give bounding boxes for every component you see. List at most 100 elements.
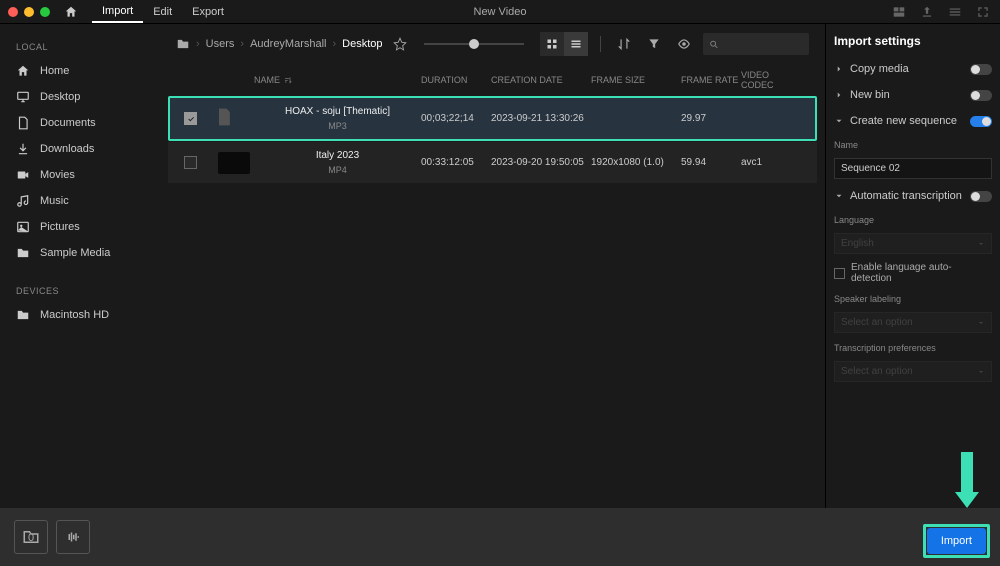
breadcrumb: › Users › AudreyMarshall › Desktop <box>176 37 408 51</box>
file-duration: 00:33:12:05 <box>421 157 491 168</box>
search-icon <box>709 39 719 50</box>
sidebar-item-sample-media[interactable]: Sample Media <box>0 240 160 266</box>
row-checkbox[interactable] <box>184 156 197 169</box>
home-icon[interactable] <box>64 5 78 19</box>
speaker-select[interactable]: Select an option <box>834 312 992 333</box>
language-select[interactable]: English <box>834 233 992 254</box>
list-icon[interactable] <box>948 5 962 19</box>
sidebar-item-home[interactable]: Home <box>0 58 160 84</box>
star-icon[interactable] <box>393 37 407 51</box>
grid-view-button[interactable] <box>540 32 564 56</box>
panel-title: Import settings <box>834 34 992 48</box>
search-input[interactable] <box>703 33 809 55</box>
import-highlight: Import <box>923 524 990 558</box>
tab-edit[interactable]: Edit <box>143 2 182 22</box>
file-size: 1920x1080 (1.0) <box>591 157 681 168</box>
sequence-name-input[interactable] <box>834 158 992 179</box>
file-duration: 00;03;22;14 <box>421 113 491 124</box>
breadcrumb-users[interactable]: Users <box>206 38 235 50</box>
close-window-button[interactable] <box>8 7 18 17</box>
sidebar-item-movies[interactable]: Movies <box>0 162 160 188</box>
file-date: 2023-09-20 19:50:05 <box>491 157 591 168</box>
file-ext: MP3 <box>328 121 347 131</box>
sort-icon[interactable] <box>617 37 631 51</box>
table-row[interactable]: Italy 2023 MP4 00:33:12:05 2023-09-20 19… <box>168 142 817 183</box>
check-icon <box>187 115 195 123</box>
toggle-copy-media[interactable] <box>970 64 992 75</box>
waveform-button[interactable] <box>56 520 90 554</box>
maximize-window-button[interactable] <box>40 7 50 17</box>
sidebar-item-label: Movies <box>40 169 75 181</box>
sidebar-item-label: Macintosh HD <box>40 309 109 321</box>
setting-copy-media[interactable]: Copy media <box>834 60 992 78</box>
download-icon <box>16 142 30 156</box>
file-icon <box>214 104 234 130</box>
sidebar-item-downloads[interactable]: Downloads <box>0 136 160 162</box>
import-settings-panel: Import settings Copy media New bin Creat… <box>825 24 1000 508</box>
image-icon <box>16 220 30 234</box>
table-row[interactable]: HOAX - soju [Thematic] MP3 00;03;22;14 2… <box>168 96 817 141</box>
setting-transcription[interactable]: Automatic transcription <box>834 187 992 205</box>
speaker-label: Speaker labeling <box>834 294 992 304</box>
sidebar-item-music[interactable]: Music <box>0 188 160 214</box>
view-toggle <box>540 32 588 56</box>
sort-asc-icon <box>284 76 292 84</box>
search-field[interactable] <box>723 38 803 50</box>
sidebar-item-desktop[interactable]: Desktop <box>0 84 160 110</box>
sidebar-item-label: Documents <box>40 117 96 129</box>
document-icon <box>16 116 30 130</box>
selection-count: 0 <box>28 532 34 544</box>
chevron-down-icon <box>834 191 844 201</box>
folder-icon <box>16 308 30 322</box>
column-duration[interactable]: DURATION <box>421 75 491 85</box>
sidebar-item-label: Sample Media <box>40 247 110 259</box>
menubar-right-icons <box>892 5 990 19</box>
menubar: Import Edit Export New Video <box>0 0 1000 24</box>
window-title: New Video <box>474 6 527 18</box>
new-bin-button[interactable]: 0 <box>14 520 48 554</box>
sidebar-item-documents[interactable]: Documents <box>0 110 160 136</box>
sidebar-item-pictures[interactable]: Pictures <box>0 214 160 240</box>
sidebar-item-label: Pictures <box>40 221 80 233</box>
column-date[interactable]: CREATION DATE <box>491 75 591 85</box>
monitor-icon <box>16 90 30 104</box>
breadcrumb-desktop[interactable]: Desktop <box>342 38 382 50</box>
tab-export[interactable]: Export <box>182 2 234 22</box>
eye-icon[interactable] <box>677 37 691 51</box>
file-name: HOAX - soju [Thematic] <box>285 106 390 117</box>
language-label: Language <box>834 215 992 225</box>
setting-label: Copy media <box>850 63 964 75</box>
fullscreen-icon[interactable] <box>976 5 990 19</box>
auto-detect-checkbox[interactable]: Enable language auto-detection <box>834 262 992 284</box>
toggle-new-bin[interactable] <box>970 90 992 101</box>
column-codec[interactable]: VIDEO CODEC <box>741 70 801 90</box>
bottom-bar: 0 Import <box>0 508 1000 566</box>
sidebar: LOCAL Home Desktop Documents Downloads M… <box>0 24 160 508</box>
breadcrumb-user[interactable]: AudreyMarshall <box>250 38 326 50</box>
zoom-slider[interactable] <box>424 43 524 45</box>
pref-select[interactable]: Select an option <box>834 361 992 382</box>
tab-import[interactable]: Import <box>92 1 143 23</box>
setting-create-sequence[interactable]: Create new sequence <box>834 112 992 130</box>
workspace-icon[interactable] <box>892 5 906 19</box>
toggle-create-sequence[interactable] <box>970 116 992 127</box>
filter-icon[interactable] <box>647 37 661 51</box>
setting-new-bin[interactable]: New bin <box>834 86 992 104</box>
main-panel: › Users › AudreyMarshall › Desktop <box>160 24 825 508</box>
share-icon[interactable] <box>920 5 934 19</box>
list-view-button[interactable] <box>564 32 588 56</box>
import-button[interactable]: Import <box>927 528 986 554</box>
column-size[interactable]: FRAME SIZE <box>591 75 681 85</box>
column-name[interactable]: NAME <box>254 75 421 85</box>
file-rate: 59.94 <box>681 157 741 168</box>
pref-label: Transcription preferences <box>834 343 992 353</box>
row-checkbox[interactable] <box>184 112 197 125</box>
video-icon <box>16 168 30 182</box>
column-rate[interactable]: FRAME RATE <box>681 75 741 85</box>
minimize-window-button[interactable] <box>24 7 34 17</box>
folder-icon[interactable] <box>176 37 190 51</box>
sidebar-item-label: Music <box>40 195 69 207</box>
arrow-annotation <box>958 452 976 508</box>
sidebar-item-macintosh-hd[interactable]: Macintosh HD <box>0 302 160 328</box>
toggle-transcription[interactable] <box>970 191 992 202</box>
